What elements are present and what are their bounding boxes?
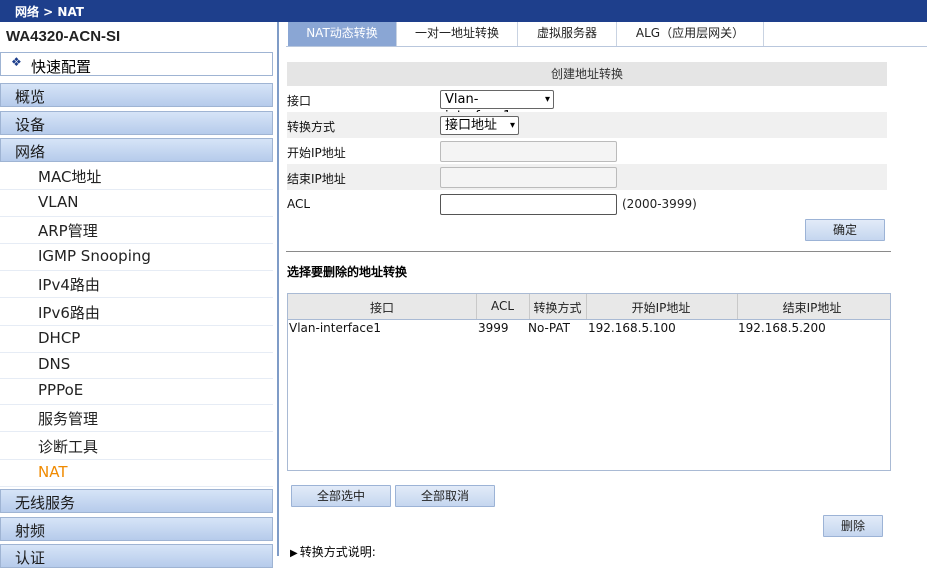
sidebar-item-mac[interactable]: MAC地址 [0, 163, 273, 190]
column-header-mode: 转换方式 [533, 301, 582, 315]
table-header: 接口 ACL 转换方式 开始IP地址 结束IP地址 [288, 294, 890, 320]
interface-select[interactable]: Vlan-interface1 ▾ [440, 90, 554, 124]
mode-explanation[interactable]: ▶ 转换方式说明: [290, 543, 376, 560]
sidebar-category-overview[interactable]: 概览 [0, 83, 273, 107]
sidebar-category-label: 射频 [15, 522, 46, 540]
interface-label: 接口 [287, 94, 312, 108]
mode-select[interactable]: 接口地址 ▾ [440, 116, 519, 135]
sidebar-item-diagnostic-tools[interactable]: 诊断工具 [0, 433, 273, 460]
sidebar-category-label: 认证 [15, 549, 46, 567]
mode-select-value: 接口地址 [445, 118, 498, 133]
sidebar: WA4320-ACN-SI ❖ 快速配置 概览 设备 网络 MAC地址 VLAN… [0, 22, 280, 568]
column-header-acl: ACL [490, 299, 515, 313]
sidebar-category-wireless[interactable]: 无线服务 [0, 489, 273, 513]
end-ip-row: 结束IP地址 [287, 164, 887, 190]
sidebar-item-nat[interactable]: NAT [0, 460, 273, 487]
sidebar-item-arp[interactable]: ARP管理 [0, 217, 273, 244]
cell-acl: 3999 [478, 321, 509, 335]
sidebar-category-network[interactable]: 网络 [0, 138, 273, 162]
sidebar-item-label: NAT [38, 463, 68, 481]
sidebar-item-label: MAC地址 [38, 168, 102, 186]
tab-virtual-server[interactable]: 虚拟服务器 [518, 22, 617, 46]
breadcrumb: 网络 > NAT [15, 5, 84, 19]
start-ip-label: 开始IP地址 [287, 146, 346, 160]
sidebar-item-label: PPPoE [38, 381, 84, 399]
acl-label: ACL [287, 197, 311, 211]
sidebar-category-label: 设备 [15, 116, 46, 134]
sidebar-item-label: 服务管理 [38, 410, 99, 428]
sidebar-item-label: ARP管理 [38, 222, 98, 240]
diamond-bullet-icon: ❖ [11, 55, 22, 69]
start-ip-row: 开始IP地址 [287, 138, 887, 164]
nat-table: 接口 ACL 转换方式 开始IP地址 结束IP地址 Vlan-interface… [287, 293, 891, 471]
sidebar-item-service-mgmt[interactable]: 服务管理 [0, 405, 273, 432]
delete-section-title: 选择要删除的地址转换 [287, 265, 408, 279]
tab-underline [286, 46, 927, 47]
sidebar-item-dhcp[interactable]: DHCP [0, 326, 273, 353]
chevron-down-icon: ▾ [544, 94, 550, 105]
acl-range-hint: (2000-3999) [622, 197, 697, 211]
sidebar-item-label: 快速配置 [31, 58, 92, 76]
cell-start-ip: 192.168.5.100 [588, 321, 676, 335]
sidebar-category-label: 无线服务 [15, 494, 76, 512]
delete-button[interactable]: 删除 [823, 515, 883, 537]
sidebar-item-vlan[interactable]: VLAN [0, 190, 273, 217]
end-ip-field[interactable] [440, 167, 617, 188]
chevron-down-icon: ▾ [509, 120, 515, 131]
sidebar-item-label: IGMP Snooping [38, 247, 151, 265]
column-header-start-ip: 开始IP地址 [631, 301, 691, 315]
sidebar-item-label: DHCP [38, 329, 81, 347]
sidebar-item-label: VLAN [38, 193, 79, 211]
interface-row: 接口 Vlan-interface1 ▾ [287, 86, 887, 124]
form-title: 创建地址转换 [287, 62, 887, 86]
end-ip-label: 结束IP地址 [287, 172, 346, 186]
confirm-button[interactable]: 确定 [805, 219, 885, 241]
sidebar-item-label: DNS [38, 355, 71, 373]
sidebar-category-label: 概览 [15, 88, 46, 106]
sidebar-divider [277, 22, 279, 556]
mode-explanation-label: 转换方式说明: [299, 545, 376, 559]
sidebar-item-pppoe[interactable]: PPPoE [0, 378, 273, 405]
sidebar-category-auth[interactable]: 认证 [0, 544, 273, 568]
column-header-end-ip: 结束IP地址 [782, 301, 842, 315]
cell-mode: No-PAT [528, 321, 570, 335]
column-header-interface: 接口 [369, 301, 394, 315]
sidebar-item-quick-config[interactable]: ❖ 快速配置 [0, 52, 273, 76]
mode-row: 转换方式 接口地址 ▾ [287, 112, 887, 138]
sidebar-item-label: 诊断工具 [38, 438, 99, 456]
sidebar-item-dns[interactable]: DNS [0, 352, 273, 379]
sidebar-category-radio[interactable]: 射频 [0, 517, 273, 541]
sidebar-item-ipv4-route[interactable]: IPv4路由 [0, 271, 273, 298]
cancel-all-button[interactable]: 全部取消 [395, 485, 495, 507]
acl-row: ACL (2000-3999) [287, 191, 887, 217]
select-all-button[interactable]: 全部选中 [291, 485, 391, 507]
mode-label: 转换方式 [287, 120, 336, 134]
top-bar: 网络 > NAT [0, 0, 927, 22]
start-ip-field[interactable] [440, 141, 617, 162]
cell-interface: Vlan-interface1 [289, 321, 381, 335]
tab-one-to-one[interactable]: 一对一地址转换 [397, 22, 518, 46]
sidebar-category-device[interactable]: 设备 [0, 111, 273, 135]
tab-nat-dynamic[interactable]: NAT动态转换 [288, 22, 397, 46]
sidebar-item-ipv6-route[interactable]: IPv6路由 [0, 299, 273, 326]
device-name: WA4320-ACN-SI [6, 28, 121, 45]
sidebar-item-label: IPv6路由 [38, 304, 100, 322]
sidebar-item-label: IPv4路由 [38, 276, 100, 294]
triangle-right-icon: ▶ [290, 548, 298, 559]
cell-end-ip: 192.168.5.200 [738, 321, 826, 335]
sidebar-category-label: 网络 [15, 143, 46, 161]
sidebar-item-igmp-snooping[interactable]: IGMP Snooping [0, 244, 273, 271]
section-divider [286, 251, 891, 252]
acl-field[interactable] [440, 194, 617, 215]
tab-alg[interactable]: ALG（应用层网关） [617, 22, 764, 46]
main-content: NAT动态转换 一对一地址转换 虚拟服务器 ALG（应用层网关） 创建地址转换 … [286, 22, 927, 559]
